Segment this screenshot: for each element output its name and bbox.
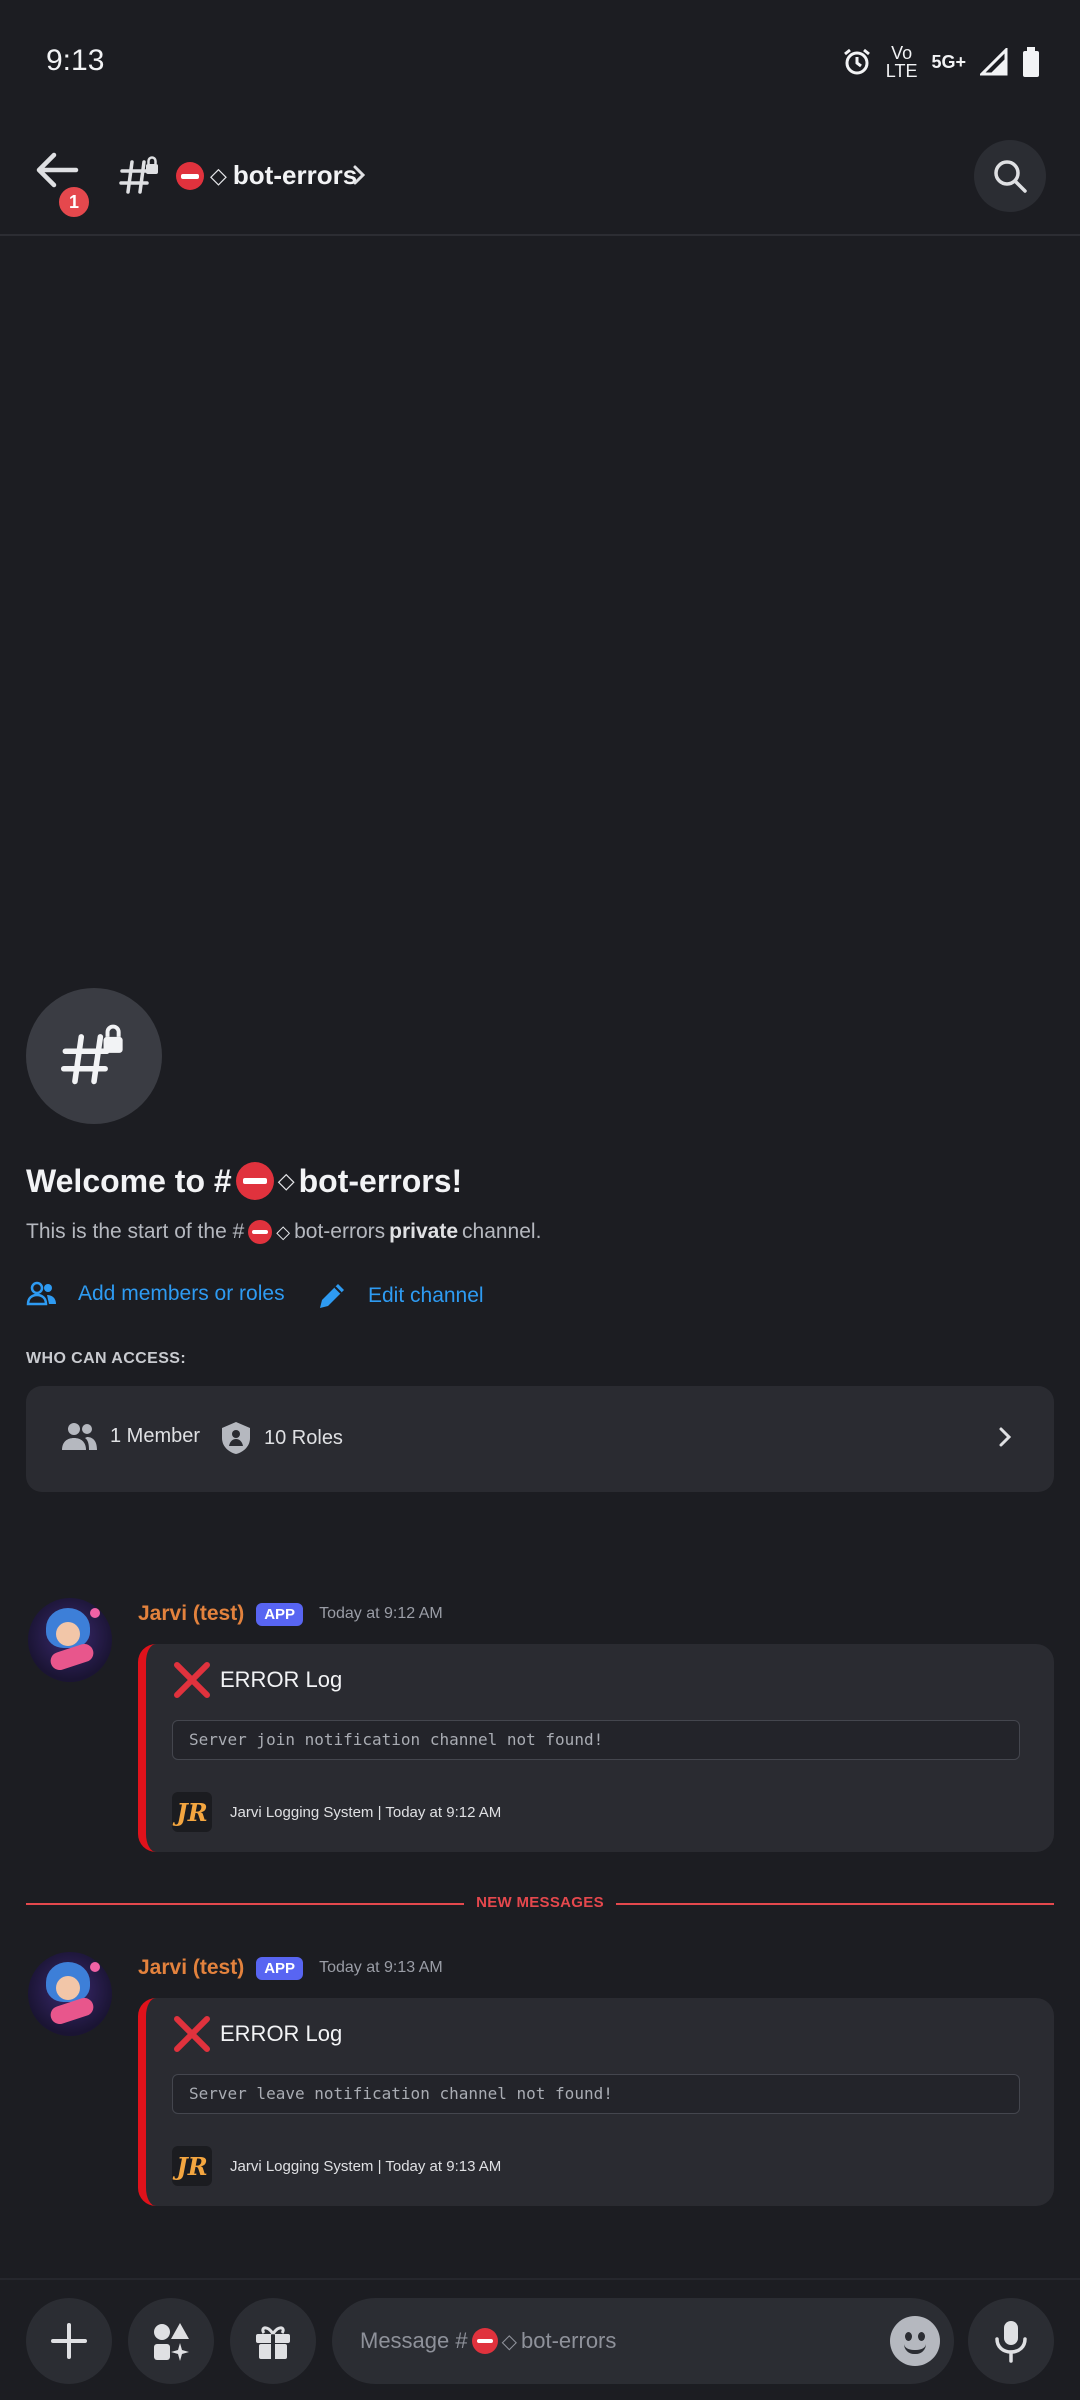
unread-badge: 1	[56, 184, 92, 220]
roles-count: 10 Roles	[220, 1420, 343, 1456]
volte-icon: Vo LTE	[886, 44, 918, 80]
new-messages-divider: NEW MESSAGES	[26, 1892, 1054, 1914]
message: Jarvi (test) APP Today at 9:12 AM ERROR …	[0, 1598, 1080, 1858]
apps-button[interactable]	[128, 2298, 214, 2384]
volte-top: Vo	[891, 43, 913, 63]
alarm-icon	[843, 48, 870, 75]
welcome-sub-suffix: channel.	[462, 1220, 542, 1243]
message-header: Jarvi (test) APP Today at 9:12 AM	[138, 1602, 443, 1626]
message: Jarvi (test) APP Today at 9:13 AM ERROR …	[0, 1952, 1080, 2212]
message-input[interactable]: Message # ◇ bot-errors	[332, 2298, 954, 2384]
private-channel-icon	[119, 156, 158, 194]
welcome-title: Welcome to # ◇ bot-errors!	[26, 1162, 462, 1200]
plus-icon	[51, 2323, 87, 2359]
diamond-icon: ◇	[210, 162, 227, 188]
chevron-right-icon	[999, 1427, 1012, 1447]
welcome-sub-bold: private	[389, 1220, 459, 1243]
no-entry-icon	[176, 161, 204, 190]
people-icon	[26, 1281, 56, 1306]
embed-title-text: ERROR Log	[220, 2021, 343, 2046]
channel-title[interactable]: ◇ bot-errors	[176, 160, 357, 191]
roles-label: 10 Roles	[264, 1426, 343, 1449]
voice-button[interactable]	[968, 2298, 1054, 2384]
welcome-title-prefix: Welcome to #	[26, 1162, 232, 1199]
edit-channel-button[interactable]: Edit channel	[316, 1280, 484, 1312]
status-bar: 9:13 Vo LTE 5G+	[0, 0, 1080, 120]
embed-title: ERROR Log	[172, 2014, 342, 2054]
new-messages-label: NEW MESSAGES	[476, 1894, 604, 1911]
embed-code-block: Server leave notification channel not fo…	[172, 2074, 1020, 2114]
cross-mark-icon	[174, 1662, 210, 1698]
embed-footer-text: Jarvi Logging System | Today at 9:12 AM	[230, 1803, 502, 1821]
embed-code-block: Server join notification channel not fou…	[172, 1720, 1020, 1760]
message-timestamp: Today at 9:13 AM	[319, 1959, 443, 1976]
message-placeholder-name: bot-errors	[521, 2328, 617, 2353]
welcome-title-name: bot-errors!	[298, 1162, 463, 1199]
author-name[interactable]: Jarvi (test)	[138, 1602, 244, 1626]
no-entry-icon	[248, 1220, 273, 1244]
members-icon	[62, 1423, 97, 1450]
gift-button[interactable]	[230, 2298, 316, 2384]
embed-footer-text: Jarvi Logging System | Today at 9:13 AM	[230, 2157, 502, 2175]
welcome-sub-prefix: This is the start of the #	[26, 1220, 245, 1243]
diamond-icon: ◇	[501, 2330, 518, 2353]
members-label: 1 Member	[110, 1424, 201, 1447]
embed-title-text: ERROR Log	[220, 1667, 343, 1692]
diamond-icon: ◇	[276, 1221, 291, 1242]
gift-icon	[256, 2326, 290, 2359]
members-count: 1 Member	[60, 1420, 200, 1452]
volte-bottom: LTE	[885, 61, 918, 81]
diamond-icon: ◇	[277, 1168, 295, 1193]
status-icons: Vo LTE 5G+	[842, 44, 1040, 80]
apps-icon	[154, 2323, 189, 2361]
user-avatar[interactable]	[28, 1598, 112, 1682]
emoji-picker-icon[interactable]	[890, 2316, 940, 2366]
logging-logo-icon: JR	[172, 1792, 212, 1832]
welcome-subtitle: This is the start of the # ◇ bot-errors …	[26, 1220, 541, 1244]
battery-icon	[1023, 47, 1039, 77]
pencil-icon	[320, 1284, 344, 1308]
message-header: Jarvi (test) APP Today at 9:13 AM	[138, 1956, 443, 1980]
status-time: 9:13	[46, 44, 105, 77]
embed-footer: JR Jarvi Logging System | Today at 9:13 …	[172, 2146, 501, 2186]
no-entry-icon	[235, 1162, 274, 1200]
access-card[interactable]: 1 Member 10 Roles	[26, 1386, 1054, 1492]
attach-button[interactable]	[26, 2298, 112, 2384]
error-embed: ERROR Log Server join notification chann…	[138, 1644, 1054, 1852]
network-type: 5G+	[931, 52, 966, 72]
search-button[interactable]	[974, 140, 1046, 212]
embed-title: ERROR Log	[172, 1660, 342, 1700]
signal-icon	[980, 48, 1008, 76]
channel-name: bot-errors	[232, 160, 358, 190]
search-icon	[994, 160, 1027, 193]
error-embed: ERROR Log Server leave notification chan…	[138, 1998, 1054, 2206]
cross-mark-icon	[174, 2016, 210, 2052]
message-composer: Message # ◇ bot-errors	[0, 2278, 1080, 2400]
chevron-right-icon	[353, 165, 366, 185]
welcome-sub-name: bot-errors	[294, 1220, 386, 1243]
add-members-button[interactable]: Add members or roles	[26, 1280, 285, 1308]
private-channel-icon	[60, 1024, 123, 1085]
edit-channel-label: Edit channel	[368, 1284, 484, 1307]
channel-header: 1 ◇ bot-errors	[0, 120, 1080, 236]
app-tag: APP	[256, 1956, 304, 1980]
microphone-icon	[995, 2321, 1027, 2363]
add-members-label: Add members or roles	[78, 1282, 285, 1305]
author-name[interactable]: Jarvi (test)	[138, 1956, 244, 1980]
app-tag: APP	[256, 1602, 304, 1626]
back-button[interactable]: 1	[34, 150, 94, 220]
message-placeholder-prefix: Message #	[360, 2328, 468, 2353]
embed-footer: JR Jarvi Logging System | Today at 9:12 …	[172, 1792, 501, 1832]
message-timestamp: Today at 9:12 AM	[319, 1605, 443, 1622]
user-avatar[interactable]	[28, 1952, 112, 2036]
channel-avatar	[26, 988, 162, 1124]
no-entry-icon	[471, 2328, 498, 2354]
logging-logo-icon: JR	[172, 2146, 212, 2186]
who-can-access-label: WHO CAN ACCESS:	[26, 1350, 187, 1367]
shield-icon	[222, 1422, 250, 1454]
